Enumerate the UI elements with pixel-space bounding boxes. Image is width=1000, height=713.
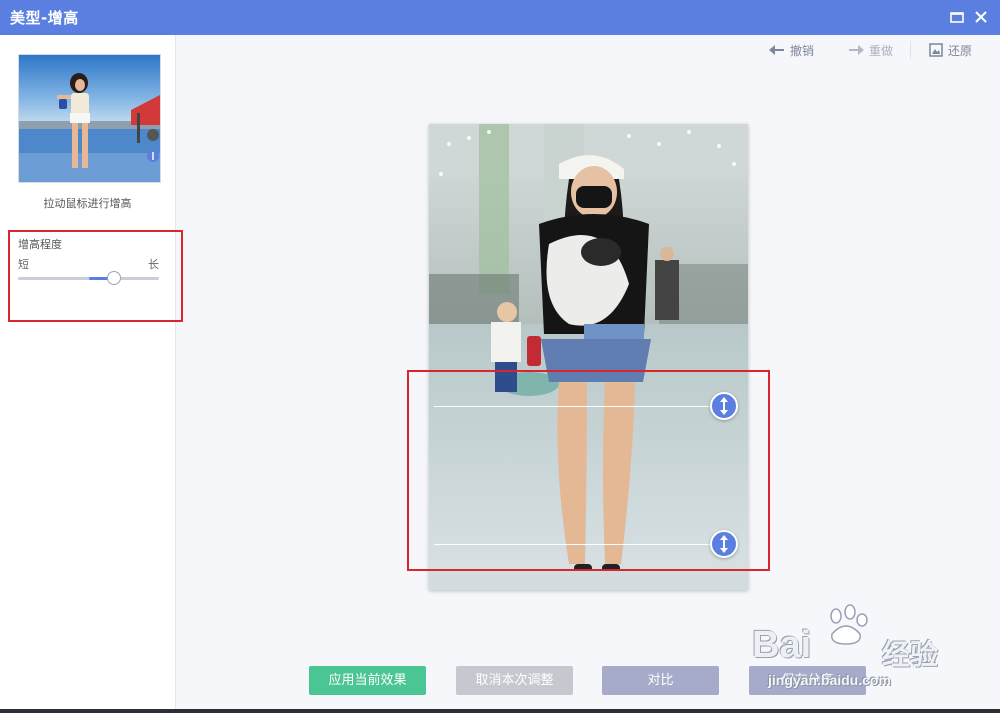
title-bar: 美型-增高: [0, 0, 1000, 35]
undo-button[interactable]: 撤销: [769, 42, 814, 58]
save-share-button[interactable]: 保存分享: [749, 666, 866, 695]
redo-label: 重做: [869, 43, 894, 58]
bottom-edge: [0, 709, 1000, 713]
close-button[interactable]: [973, 9, 989, 25]
paw-logo-icon: [830, 604, 868, 645]
highlight-box-slider: [8, 230, 183, 322]
highlight-box-stretch-area: [407, 370, 770, 571]
undo-label: 撤销: [790, 43, 815, 58]
preview-thumbnail[interactable]: [18, 54, 161, 183]
sidebar: 拉动鼠标进行增高 增高程度 短 长: [0, 35, 176, 713]
maximize-icon: [950, 12, 964, 23]
toolbar-separator: [910, 41, 911, 59]
maximize-button[interactable]: [949, 9, 965, 25]
thumbnail-image: [19, 55, 160, 182]
apply-effect-button[interactable]: 应用当前效果: [309, 666, 426, 695]
watermark-brand: Bai: [752, 624, 812, 666]
redo-button[interactable]: 重做: [848, 42, 893, 58]
arrow-right-icon: [849, 45, 864, 55]
drag-hint: 拉动鼠标进行增高: [43, 197, 132, 210]
watermark-brand-cn: 经验: [882, 638, 939, 671]
restore-label: 还原: [948, 43, 973, 58]
arrow-left-icon: [769, 45, 784, 55]
cancel-adjust-button[interactable]: 取消本次调整: [456, 666, 573, 695]
restore-button[interactable]: 还原: [929, 42, 972, 58]
compare-button[interactable]: 对比: [602, 666, 719, 695]
image-icon: [929, 43, 943, 57]
window-title: 美型-增高: [10, 9, 79, 27]
close-icon: [975, 11, 987, 23]
